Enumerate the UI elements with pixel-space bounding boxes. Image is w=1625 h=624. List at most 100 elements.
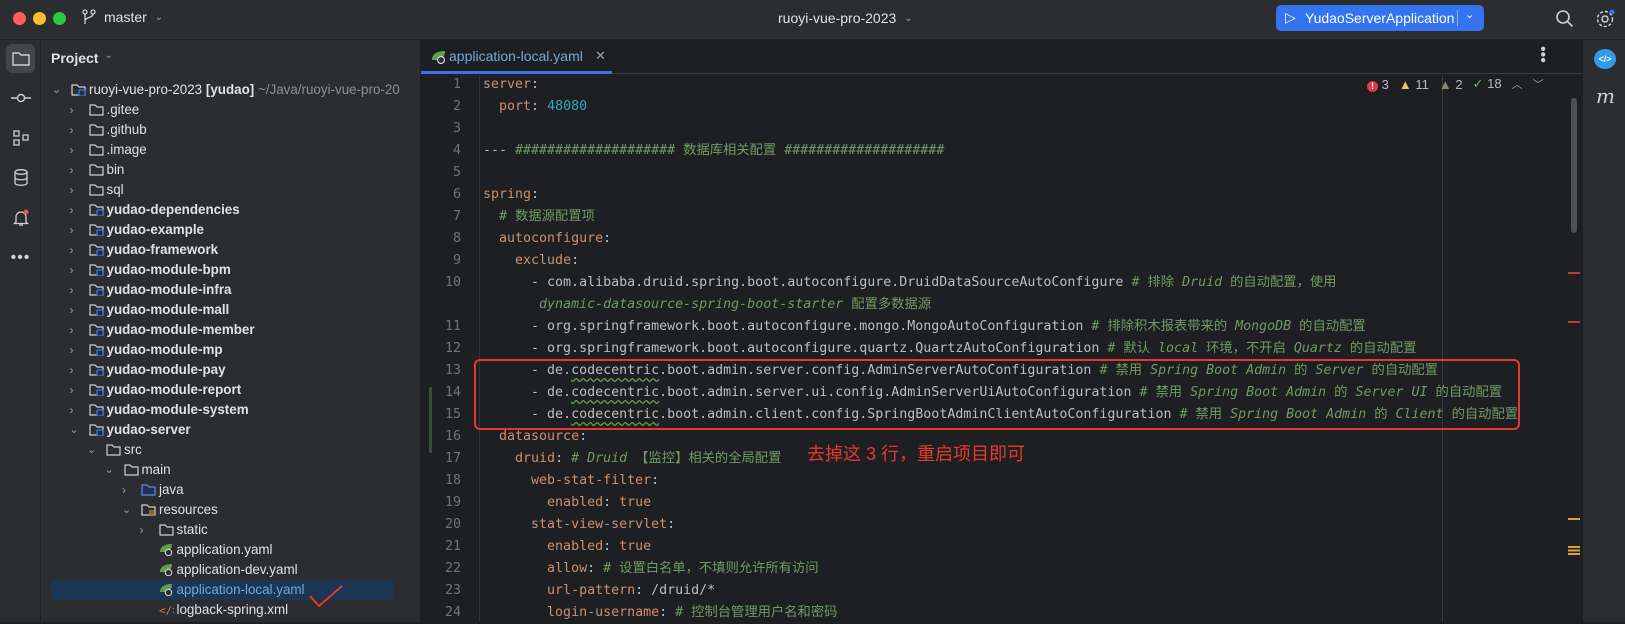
chevron-down-icon[interactable]: ⌄: [1465, 8, 1474, 21]
chevron-down-icon[interactable]: ⌄: [105, 460, 114, 480]
tree-item[interactable]: › .github: [41, 120, 420, 140]
comment: # 数据源配置项: [499, 209, 595, 224]
chevron-down-icon[interactable]: ⌄: [122, 500, 131, 520]
close-tab-icon[interactable]: ✕: [595, 48, 606, 64]
settings-gear-icon[interactable]: [1594, 8, 1616, 30]
chevron-right-icon[interactable]: ›: [70, 400, 74, 420]
code-line[interactable]: stat-view-servlet:: [483, 514, 675, 536]
chevron-right-icon[interactable]: ›: [70, 260, 74, 280]
run-configuration-button[interactable]: ▷ YudaoServerApplication ⌄: [1276, 5, 1484, 31]
project-tool-button[interactable]: [6, 44, 35, 73]
branch-selector[interactable]: master ⌄: [82, 8, 163, 26]
maximize-window-button[interactable]: [53, 12, 66, 25]
tree-item[interactable]: › java: [41, 480, 420, 500]
code-line[interactable]: web-stat-filter:: [483, 470, 659, 492]
vertical-scrollbar[interactable]: [1571, 98, 1577, 233]
commit-tool-button[interactable]: [6, 83, 35, 112]
chevron-right-icon[interactable]: ›: [70, 280, 74, 300]
chevron-right-icon[interactable]: ›: [70, 140, 74, 160]
tree-item[interactable]: › yudao-module-member: [41, 320, 420, 340]
tree-item[interactable]: › yudao-module-system: [41, 400, 420, 420]
chevron-right-icon[interactable]: ›: [70, 160, 74, 180]
tree-item[interactable]: › sql: [41, 180, 420, 200]
tree-item[interactable]: › yudao-dependencies: [41, 200, 420, 220]
chevron-right-icon[interactable]: ›: [70, 100, 74, 120]
database-tool-button[interactable]: [6, 163, 35, 192]
code-line[interactable]: druid: # Druid 【监控】相关的全局配置: [483, 448, 781, 470]
chevron-right-icon[interactable]: ›: [122, 480, 126, 500]
tree-item[interactable]: › .image: [41, 140, 420, 160]
tree-item[interactable]: › yudao-module-report: [41, 380, 420, 400]
typos-count[interactable]: ✓ 18: [1473, 76, 1502, 92]
project-panel-header[interactable]: Project ⌄: [51, 50, 113, 66]
warnings-count[interactable]: ▲ 11: [1399, 77, 1429, 92]
chevron-right-icon[interactable]: ›: [70, 200, 74, 220]
code-line[interactable]: - org.springframework.boot.autoconfigure…: [483, 338, 1416, 360]
tree-item[interactable]: ⌄ resources: [41, 500, 420, 520]
ai-assistant-icon[interactable]: </>: [1594, 49, 1616, 69]
tree-item[interactable]: › yudao-example: [41, 220, 420, 240]
chevron-down-icon[interactable]: ⌄: [70, 420, 79, 440]
minimize-window-button[interactable]: [33, 12, 46, 25]
chevron-right-icon[interactable]: ›: [70, 320, 74, 340]
tree-item[interactable]: ⌄ main: [41, 460, 420, 480]
chevron-right-icon[interactable]: ›: [70, 220, 74, 240]
weak-warnings-count[interactable]: ▲ 2: [1439, 77, 1463, 92]
chevron-right-icon[interactable]: ›: [70, 380, 74, 400]
tab-options-icon[interactable]: •••: [1533, 46, 1551, 63]
chevron-down-icon[interactable]: ⌄: [87, 440, 96, 460]
tree-item[interactable]: application-dev.yaml: [41, 560, 420, 580]
code-line[interactable]: login-username: # 控制台管理用户名和密码: [483, 602, 837, 624]
chevron-down-icon[interactable]: ⌄: [52, 80, 61, 100]
next-highlight-icon[interactable]: ﹀: [1533, 76, 1544, 92]
code-line[interactable]: # 数据源配置项: [483, 206, 595, 228]
chevron-right-icon[interactable]: ›: [70, 360, 74, 380]
chevron-right-icon[interactable]: ›: [70, 180, 74, 200]
chevron-right-icon[interactable]: ›: [70, 120, 74, 140]
maven-icon[interactable]: m: [1596, 84, 1615, 108]
project-selector[interactable]: ruoyi-vue-pro-2023 ⌄: [778, 10, 913, 26]
tree-item[interactable]: </>logback-spring.xml: [41, 600, 420, 620]
notifications-tool-button[interactable]: [6, 203, 35, 232]
search-icon[interactable]: [1555, 9, 1575, 29]
code-line[interactable]: --- #################### 数据库相关配置 #######…: [483, 140, 944, 162]
structure-tool-button[interactable]: [6, 123, 35, 152]
tree-item[interactable]: › static: [41, 520, 420, 540]
tree-item-label: .image: [106, 142, 147, 157]
chevron-right-icon[interactable]: ›: [140, 520, 144, 540]
code-line[interactable]: url-pattern: /druid/*: [483, 580, 715, 602]
code-line[interactable]: dynamic-datasource-spring-boot-starter 配…: [483, 294, 931, 316]
code-line[interactable]: port: 48080: [483, 96, 587, 118]
inspections-widget[interactable]: ! 3 ▲ 11 ▲ 2 ✓ 18 ︿ ﹀: [1367, 76, 1544, 92]
tree-item[interactable]: ⌄ yudao-server: [41, 420, 420, 440]
tree-item[interactable]: › yudao-module-infra: [41, 280, 420, 300]
code-line[interactable]: enabled: true: [483, 536, 651, 558]
code-line[interactable]: - com.alibaba.druid.spring.boot.autoconf…: [483, 272, 1336, 294]
tree-item[interactable]: › yudao-module-mall: [41, 300, 420, 320]
tree-item[interactable]: › yudao-module-pay: [41, 360, 420, 380]
comment: dynamic-datasource-spring-boot-starter: [539, 297, 844, 312]
code-line[interactable]: autoconfigure:: [483, 228, 611, 250]
chevron-right-icon[interactable]: ›: [70, 340, 74, 360]
more-tools-icon[interactable]: •••: [6, 243, 35, 272]
tree-item[interactable]: › yudao-module-mp: [41, 340, 420, 360]
code-line[interactable]: - org.springframework.boot.autoconfigure…: [483, 316, 1366, 338]
tree-item[interactable]: › bin: [41, 160, 420, 180]
tree-item[interactable]: › .gitee: [41, 100, 420, 120]
chevron-right-icon[interactable]: ›: [70, 240, 74, 260]
tab-application-local-yaml[interactable]: application-local.yaml ✕: [421, 40, 612, 74]
close-window-button[interactable]: [13, 12, 26, 25]
errors-count[interactable]: ! 3: [1367, 77, 1389, 92]
code-line[interactable]: exclude:: [483, 250, 579, 272]
code-line[interactable]: enabled: true: [483, 492, 651, 514]
tree-item[interactable]: › yudao-module-bpm: [41, 260, 420, 280]
chevron-right-icon[interactable]: ›: [70, 300, 74, 320]
tree-item[interactable]: › yudao-framework: [41, 240, 420, 260]
tree-item[interactable]: ⌄ src: [41, 440, 420, 460]
code-line[interactable]: allow: # 设置白名单，不填则允许所有访问: [483, 558, 819, 580]
code-line[interactable]: server:: [483, 74, 539, 96]
previous-highlight-icon[interactable]: ︿: [1512, 76, 1523, 92]
code-line[interactable]: spring:: [483, 184, 539, 206]
tree-item[interactable]: ⌄ ruoyi-vue-pro-2023 [yudao] ~/Java/ruoyi…: [41, 80, 420, 100]
tree-item[interactable]: application.yaml: [41, 540, 420, 560]
